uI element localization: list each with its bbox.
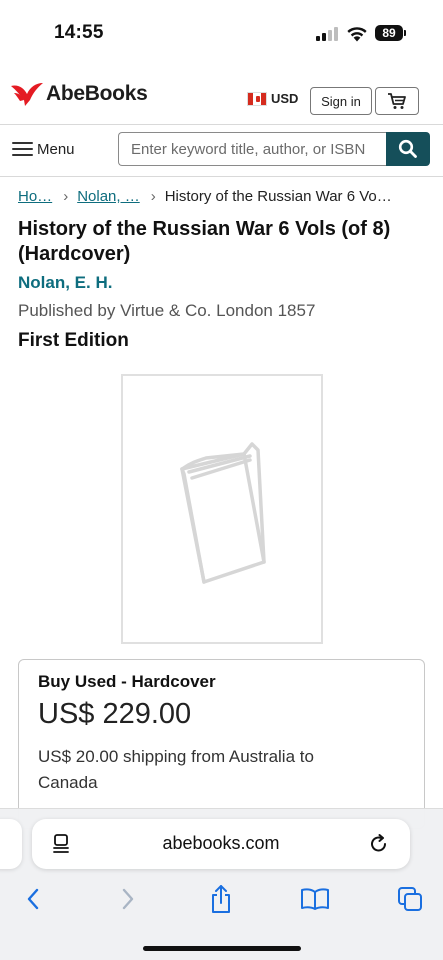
menu-label: Menu — [37, 140, 75, 158]
wifi-icon — [347, 27, 367, 42]
browser-nav-row — [0, 879, 443, 919]
home-indicator — [143, 946, 301, 951]
shipping-info[interactable]: US$ 20.00 shipping from Australia to Can… — [38, 744, 378, 796]
author-link[interactable]: Nolan, E. H. — [18, 273, 112, 293]
bookmarks-button[interactable] — [299, 883, 331, 915]
page-title: History of the Russian War 6 Vols (of 8)… — [18, 218, 391, 265]
back-button[interactable] — [17, 883, 49, 915]
back-icon — [27, 888, 39, 910]
status-time: 14:55 — [54, 22, 104, 43]
abebooks-logo[interactable]: AbeBooks — [10, 80, 148, 108]
publisher-info: Published by Virtue & Co. London 1857 — [18, 301, 316, 320]
price: US$ 229.00 — [38, 698, 192, 730]
breadcrumb-home[interactable]: Ho… — [18, 188, 52, 205]
search-input[interactable] — [118, 132, 386, 166]
menu-button[interactable]: Menu — [12, 138, 75, 160]
hamburger-icon — [12, 142, 33, 156]
battery-indicator: 89 — [375, 25, 406, 41]
search-icon — [398, 139, 417, 158]
share-icon — [212, 885, 230, 913]
tabs-icon — [398, 887, 422, 911]
currency-selector[interactable]: USD — [247, 91, 298, 106]
header-divider — [0, 124, 443, 125]
bookmarks-icon — [301, 888, 329, 910]
share-button[interactable] — [205, 883, 237, 915]
search-divider — [0, 176, 443, 177]
breadcrumb-current: History of the Russian War 6 Vo… — [164, 188, 392, 205]
buy-heading: Buy Used - Hardcover — [38, 672, 216, 691]
buy-used-card: Buy Used - Hardcover US$ 229.00 US$ 20.0… — [18, 659, 425, 829]
forward-icon — [122, 888, 134, 910]
abebooks-bird-logo-icon — [11, 83, 43, 106]
forward-button[interactable] — [112, 883, 144, 915]
previous-tab-preview[interactable] — [0, 819, 22, 869]
search-button[interactable] — [386, 132, 430, 166]
tabs-button[interactable] — [394, 883, 426, 915]
site-header: AbeBooks USD Sign in — [0, 74, 443, 124]
cellular-signal-icon — [316, 27, 340, 41]
breadcrumb-author[interactable]: Nolan, … — [77, 188, 140, 205]
status-bar: 14:55 89 — [0, 0, 443, 64]
reload-icon[interactable] — [368, 833, 390, 855]
logo-text: AbeBooks — [46, 82, 148, 105]
chevron-right-icon: › — [63, 188, 69, 205]
address-bar[interactable]: abebooks.com — [32, 819, 410, 869]
sign-in-button[interactable]: Sign in — [310, 87, 372, 115]
book-placeholder-icon — [180, 442, 266, 584]
url-text[interactable]: abebooks.com — [32, 833, 410, 854]
shopping-cart-icon — [388, 93, 406, 109]
breadcrumb: Ho… › Nolan, … › History of the Russian … — [18, 188, 428, 205]
cart-button[interactable] — [375, 87, 419, 115]
browser-toolbar: abebooks.com — [0, 808, 443, 960]
canada-flag-icon — [247, 91, 267, 106]
currency-label: USD — [271, 91, 299, 106]
book-cover-image[interactable] — [121, 374, 323, 644]
edition-label: First Edition — [18, 330, 129, 351]
chevron-right-icon: › — [150, 188, 156, 205]
